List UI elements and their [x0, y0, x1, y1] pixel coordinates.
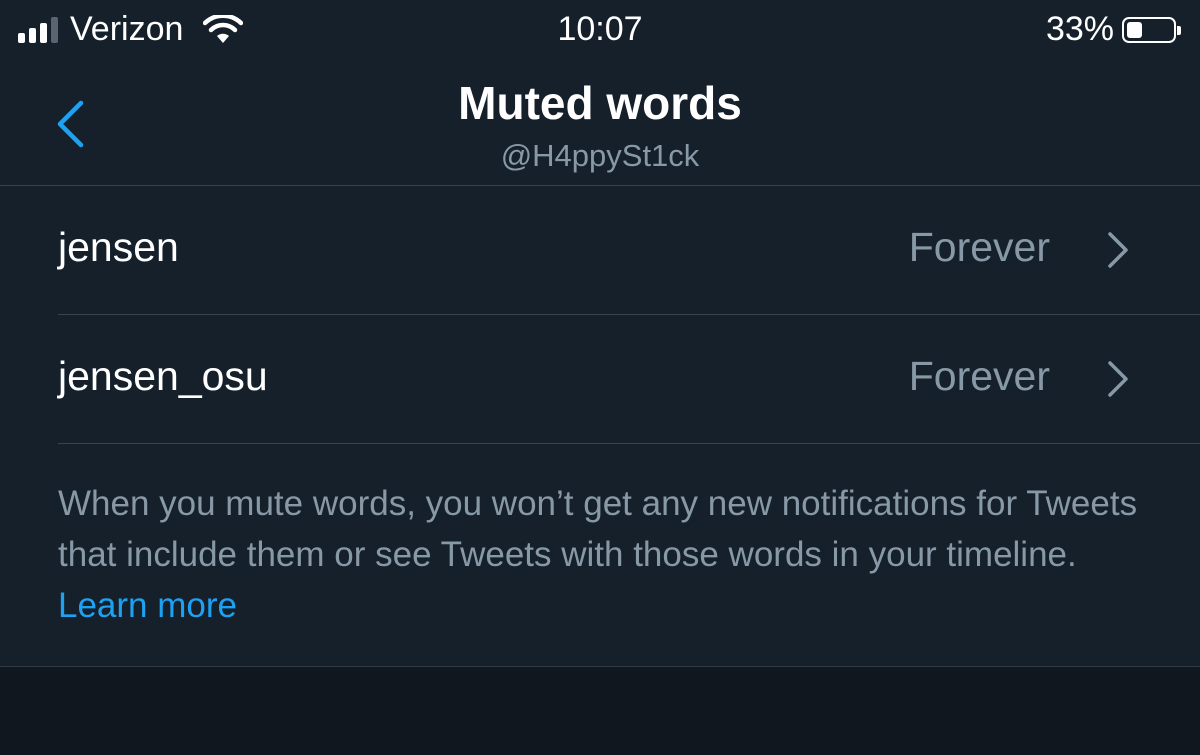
chevron-right-icon — [1108, 232, 1128, 268]
nav-header: Muted words @H4ppySt1ck — [0, 64, 1200, 186]
muted-word-label: jensen — [58, 224, 179, 270]
muted-word-label: jensen_osu — [58, 353, 268, 399]
status-time: 10:07 — [557, 10, 643, 48]
muted-word-row[interactable]: jensen Forever — [0, 186, 1200, 315]
battery-fill — [1127, 21, 1142, 38]
muted-word-row[interactable]: jensen_osu Forever — [0, 315, 1200, 444]
description-text: When you mute words, you won’t get any n… — [58, 484, 1138, 574]
mute-duration-label: Forever — [908, 353, 1050, 399]
muted-words-screen: Verizon 10:07 33% Muted words @H4ppySt1c… — [0, 0, 1200, 755]
mute-duration-label: Forever — [908, 224, 1050, 270]
learn-more-link[interactable]: Learn more — [58, 586, 237, 625]
status-bar: Verizon 10:07 33% — [0, 0, 1200, 64]
page-title: Muted words — [458, 77, 742, 129]
mute-description: When you mute words, you won’t get any n… — [58, 478, 1158, 631]
battery-tip — [1177, 25, 1181, 35]
battery-icon — [1122, 16, 1181, 43]
chevron-right-icon — [1108, 361, 1128, 397]
status-right: 33% — [1045, 10, 1181, 49]
battery-percentage: 33% — [1045, 10, 1114, 48]
bottom-background — [0, 666, 1200, 755]
muted-words-list: jensen Forever jensen_osu Forever — [0, 186, 1200, 444]
account-handle: @H4ppySt1ck — [500, 138, 700, 173]
